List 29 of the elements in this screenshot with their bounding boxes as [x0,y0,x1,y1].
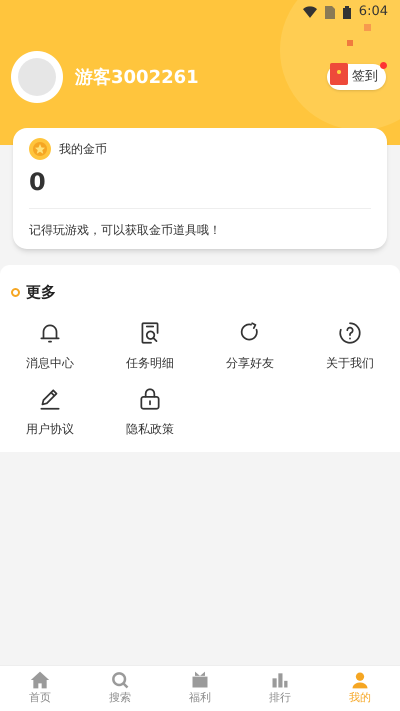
menu-item[interactable]: 任务明细 [100,320,200,372]
tab-bar-item[interactable]: 首页 [0,666,80,711]
menu-item[interactable]: 消息中心 [0,320,100,372]
avatar[interactable] [11,51,63,103]
coins-hint: 记得玩游戏，可以获取金币道具哦！ [29,223,221,237]
question-icon [337,320,363,346]
wifi-icon [302,6,317,18]
menu-item[interactable]: 用户协议 [0,386,100,438]
gift-icon [190,670,210,690]
tab-bar-item[interactable]: 福利 [160,666,240,711]
search-icon [110,670,130,690]
menu-item[interactable]: 隐私政策 [100,386,200,438]
coin-icon [29,138,51,160]
coins-title: 我的金币 [59,141,107,158]
confetti-icon [347,40,353,46]
tab-bar-item[interactable]: 排行 [240,666,320,711]
status-time: 6:04 [358,3,388,22]
section-title: 更多 [26,282,56,303]
bullet-ring-icon [11,288,20,297]
user-icon [350,670,370,690]
menu-item[interactable]: 分享好友 [200,320,300,372]
menu-item[interactable]: 关于我们 [300,320,400,372]
home-icon [30,670,50,690]
username: 游客3002261 [75,66,199,90]
confetti-icon [364,24,371,31]
checkin-button[interactable]: 签到 [327,64,386,90]
coins-amount: 0 [29,167,47,198]
envelope-icon [330,63,348,85]
tab-bar-item[interactable]: 搜索 [80,666,160,711]
